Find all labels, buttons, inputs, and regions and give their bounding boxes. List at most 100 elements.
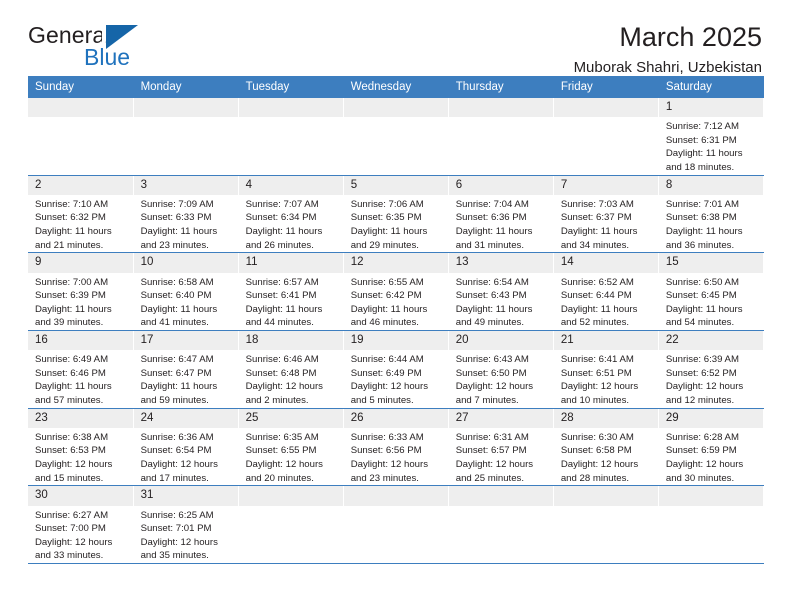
day-detail-line: Sunrise: 6:46 AM: [245, 354, 319, 366]
day-detail-line: and 57 minutes.: [35, 395, 104, 407]
day-detail-line: Sunrise: 6:55 AM: [350, 276, 424, 288]
day-detail-line: and 31 minutes.: [455, 239, 525, 251]
day-detail-line: Sunset: 6:50 PM: [455, 367, 527, 379]
day-details: Sunrise: 6:55 AM Sunset: 6:42 PM Daylight:…: [344, 273, 448, 330]
day-detail-line: Daylight: 11 hours: [560, 226, 638, 238]
weekday-header-cell: Monday: [133, 76, 239, 98]
day-detail-line: Daylight: 11 hours: [350, 226, 428, 238]
day-detail-line: Sunrise: 6:30 AM: [560, 431, 634, 443]
calendar-day-cell[interactable]: 12 Sunrise: 6:55 AM Sunset: 6:42 PM Dayligh…: [343, 252, 449, 331]
day-detail-line: Sunset: 6:57 PM: [455, 445, 527, 457]
calendar-day-cell[interactable]: 19 Sunrise: 6:44 AM Sunset: 6:49 PM Dayligh…: [343, 330, 449, 409]
day-number: 26: [343, 408, 448, 428]
day-detail-line: Daylight: 11 hours: [245, 226, 323, 238]
calendar-header-row: Sunday Monday Tuesday Wednesday Thursday Frid…: [28, 76, 765, 98]
day-detail-line: Sunset: 6:53 PM: [35, 445, 106, 457]
calendar-day-cell[interactable]: 28 Sunrise: 6:30 AM Sunset: 6:58 PM Dayligh…: [553, 408, 659, 487]
general-blue-logo: General Blue: [28, 22, 178, 74]
day-details: Sunrise: 6:39 AM Sunset: 6:52 PM Daylight:…: [659, 350, 763, 407]
calendar-day-cell[interactable]: 30 Sunrise: 6:27 AM Sunset: 7:00 PM Dayligh…: [28, 485, 134, 564]
day-number: 9: [28, 253, 133, 273]
day-detail-line: Sunrise: 6:39 AM: [665, 354, 739, 366]
day-details: Sunrise: 6:46 AM Sunset: 6:48 PM Daylight:…: [239, 350, 343, 407]
calendar-empty-cell: [238, 98, 344, 176]
calendar-day-cell[interactable]: 5 Sunrise: 7:06 AM Sunset: 6:35 PM Daylight…: [343, 175, 449, 254]
day-detail-line: Daylight: 11 hours: [245, 303, 323, 315]
calendar-day-cell[interactable]: 13 Sunrise: 6:54 AM Sunset: 6:43 PM Dayligh…: [448, 252, 554, 331]
day-details: Sunrise: 6:25 AM Sunset: 7:01 PM Daylight:…: [134, 506, 238, 563]
day-details: Sunrise: 6:38 AM Sunset: 6:53 PM Daylight:…: [28, 428, 133, 485]
calendar-day-cell[interactable]: 24 Sunrise: 6:36 AM Sunset: 6:54 PM Dayligh…: [133, 408, 239, 487]
calendar-day-cell[interactable]: 10 Sunrise: 6:58 AM Sunset: 6:40 PM Dayligh…: [133, 252, 239, 331]
weekday-header-cell: Saturday: [658, 76, 765, 98]
calendar-day-cell[interactable]: 3 Sunrise: 7:09 AM Sunset: 6:33 PM Daylight…: [133, 175, 239, 254]
day-number: 8: [658, 175, 763, 195]
day-detail-line: Sunset: 6:45 PM: [665, 290, 737, 302]
day-number: 28: [553, 408, 658, 428]
day-number: 10: [133, 253, 238, 273]
calendar-day-cell[interactable]: 26 Sunrise: 6:33 AM Sunset: 6:56 PM Dayligh…: [343, 408, 449, 487]
day-detail-line: and 21 minutes.: [35, 239, 104, 251]
calendar-day-cell[interactable]: 21 Sunrise: 6:41 AM Sunset: 6:51 PM Dayligh…: [553, 330, 659, 409]
calendar-day-cell[interactable]: 7 Sunrise: 7:03 AM Sunset: 6:37 PM Daylight…: [553, 175, 659, 254]
day-detail-line: and 2 minutes.: [245, 395, 309, 407]
day-detail-line: Sunset: 6:58 PM: [560, 445, 632, 457]
calendar-day-cell[interactable]: 17 Sunrise: 6:47 AM Sunset: 6:47 PM Dayligh…: [133, 330, 239, 409]
day-detail-line: Daylight: 12 hours: [140, 459, 218, 471]
day-detail-line: Sunset: 6:36 PM: [455, 212, 527, 224]
calendar-day-cell[interactable]: 2 Sunrise: 7:10 AM Sunset: 6:32 PM Daylight…: [28, 175, 134, 254]
day-detail-line: Daylight: 12 hours: [560, 381, 639, 393]
calendar-day-cell[interactable]: 8 Sunrise: 7:01 AM Sunset: 6:38 PM Daylight…: [658, 175, 765, 254]
calendar-day-cell[interactable]: 16 Sunrise: 6:49 AM Sunset: 6:46 PM Dayligh…: [28, 330, 134, 409]
calendar-empty-cell: [133, 98, 239, 176]
day-detail-line: Sunrise: 6:25 AM: [140, 509, 214, 521]
weekday-header-cell: Tuesday: [238, 76, 344, 98]
day-detail-line: Sunset: 6:54 PM: [140, 445, 212, 457]
day-details: Sunrise: 7:06 AM Sunset: 6:35 PM Daylight:…: [344, 195, 448, 252]
calendar-day-cell[interactable]: 22 Sunrise: 6:39 AM Sunset: 6:52 PM Dayligh…: [658, 330, 765, 409]
calendar-day-cell[interactable]: 23 Sunrise: 6:38 AM Sunset: 6:53 PM Dayligh…: [28, 408, 134, 487]
calendar-day-cell[interactable]: 11 Sunrise: 6:57 AM Sunset: 6:41 PM Dayligh…: [238, 252, 344, 331]
day-detail-line: Sunset: 6:59 PM: [665, 445, 737, 457]
day-detail-line: Sunrise: 7:01 AM: [665, 198, 739, 210]
calendar-empty-cell: [448, 485, 554, 564]
calendar-day-cell[interactable]: 15 Sunrise: 6:50 AM Sunset: 6:45 PM Dayligh…: [658, 252, 765, 331]
calendar-day-cell[interactable]: 4 Sunrise: 7:07 AM Sunset: 6:34 PM Daylight…: [238, 175, 344, 254]
day-detail-line: Daylight: 12 hours: [35, 536, 113, 548]
calendar-day-cell[interactable]: 1 Sunrise: 7:12 AM Sunset: 6:31 PM Daylight…: [658, 98, 765, 176]
day-detail-line: Sunrise: 6:28 AM: [665, 431, 739, 443]
calendar-day-cell[interactable]: 29 Sunrise: 6:28 AM Sunset: 6:59 PM Dayligh…: [658, 408, 765, 487]
day-detail-line: and 36 minutes.: [665, 239, 735, 251]
day-number: 21: [553, 330, 658, 351]
day-number: 24: [133, 408, 238, 428]
day-number: 31: [133, 486, 238, 506]
day-detail-line: Sunset: 6:41 PM: [245, 290, 317, 302]
calendar-empty-cell: [28, 98, 134, 176]
day-details: Sunrise: 6:35 AM Sunset: 6:55 PM Daylight:…: [239, 428, 343, 485]
day-detail-line: Sunset: 6:48 PM: [245, 367, 317, 379]
calendar-day-cell[interactable]: 6 Sunrise: 7:04 AM Sunset: 6:36 PM Daylight…: [448, 175, 554, 254]
calendar-week-row: 30 Sunrise: 6:27 AM Sunset: 7:00 PM Dayligh…: [28, 485, 765, 564]
day-detail-line: Sunset: 6:35 PM: [350, 212, 422, 224]
calendar-day-cell[interactable]: 20 Sunrise: 6:43 AM Sunset: 6:50 PM Dayligh…: [448, 330, 554, 409]
calendar-day-cell[interactable]: 18 Sunrise: 6:46 AM Sunset: 6:48 PM Dayligh…: [238, 330, 344, 409]
day-number: 17: [133, 330, 238, 351]
calendar-day-cell[interactable]: 27 Sunrise: 6:31 AM Sunset: 6:57 PM Dayligh…: [448, 408, 554, 487]
calendar-empty-cell: [343, 98, 449, 176]
day-detail-line: and 54 minutes.: [665, 317, 735, 329]
day-details: Sunrise: 7:12 AM Sunset: 6:31 PM Daylight:…: [659, 117, 763, 174]
day-number: [448, 486, 553, 506]
calendar-week-row: 9 Sunrise: 7:00 AM Sunset: 6:39 PM Daylight…: [28, 252, 765, 331]
day-detail-line: Daylight: 11 hours: [140, 303, 218, 315]
calendar-day-cell[interactable]: 31 Sunrise: 6:25 AM Sunset: 7:01 PM Dayligh…: [133, 485, 239, 564]
day-detail-line: and 5 minutes.: [350, 395, 414, 407]
day-detail-line: Sunrise: 6:31 AM: [455, 431, 529, 443]
calendar-day-cell[interactable]: 25 Sunrise: 6:35 AM Sunset: 6:55 PM Dayligh…: [238, 408, 344, 487]
day-details: Sunrise: 6:43 AM Sunset: 6:50 PM Daylight:…: [449, 350, 553, 407]
calendar-day-cell[interactable]: 9 Sunrise: 7:00 AM Sunset: 6:39 PM Daylight…: [28, 252, 134, 331]
day-details: Sunrise: 6:50 AM Sunset: 6:45 PM Daylight:…: [659, 273, 763, 330]
calendar-day-cell[interactable]: 14 Sunrise: 6:52 AM Sunset: 6:44 PM Dayligh…: [553, 252, 659, 331]
day-detail-line: Sunset: 7:00 PM: [35, 523, 106, 535]
weekday-header: Sunday Monday Tuesday Wednesday Thursday Frid…: [28, 76, 765, 98]
day-detail-line: Sunset: 6:43 PM: [455, 290, 527, 302]
